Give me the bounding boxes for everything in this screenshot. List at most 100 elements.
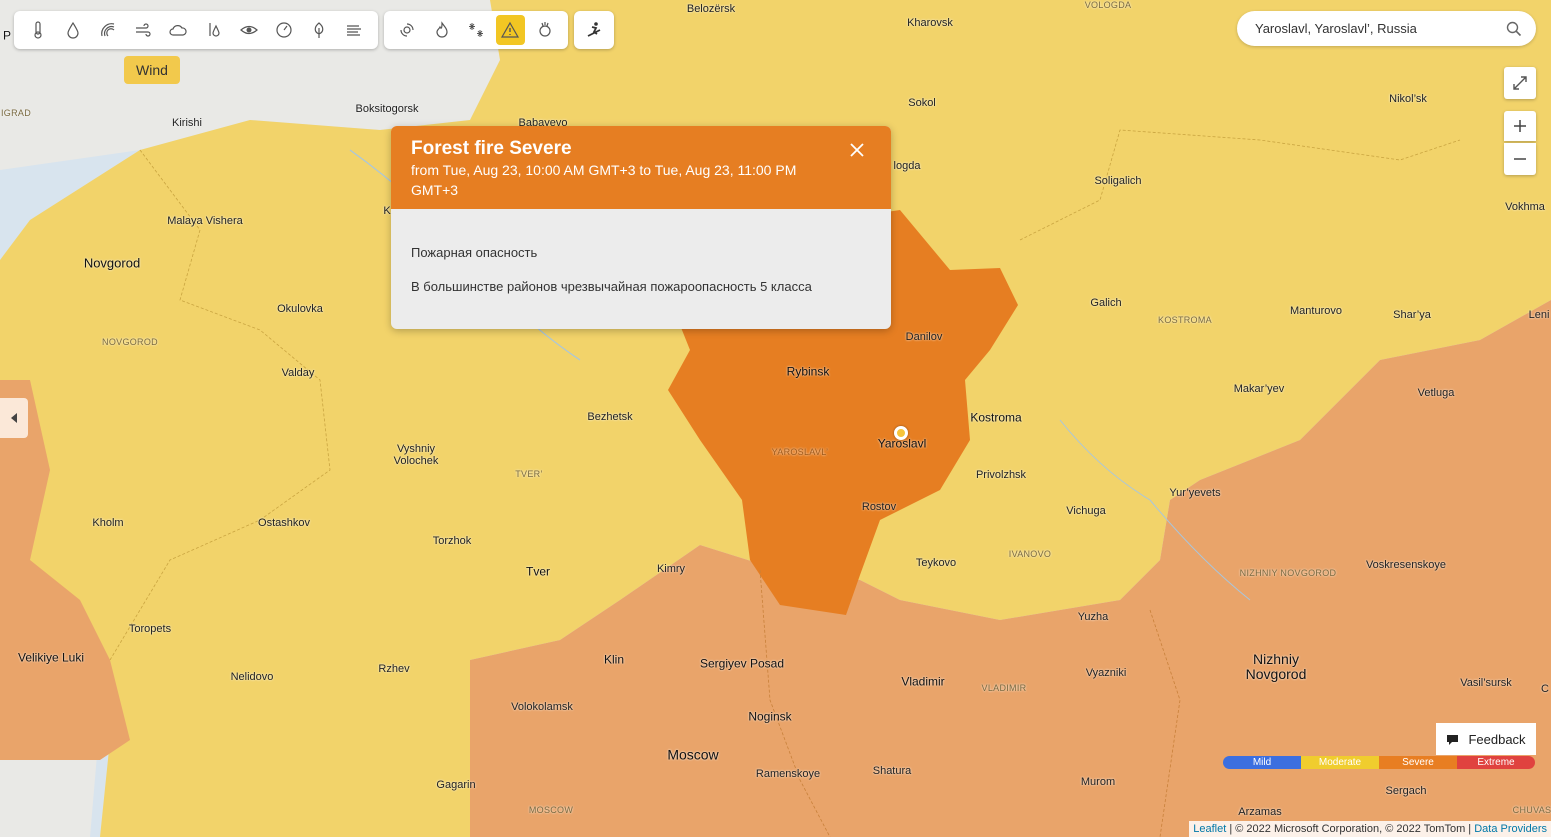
alert-time-range: from Tue, Aug 23, 10:00 AM GMT+3 to Tue,…: [411, 162, 797, 198]
region-label: VLADIMIR: [981, 683, 1027, 693]
place-label: Soligalich: [1094, 175, 1142, 187]
place-label: Vetluga: [1417, 387, 1455, 399]
region-label: YAROSLAVL’: [771, 447, 829, 457]
search-input[interactable]: [1253, 20, 1506, 37]
alert-popup-header: Forest fire Severe from Tue, Aug 23, 10:…: [391, 126, 891, 209]
place-label: Makar’yev: [1233, 383, 1285, 395]
snowflakes-icon[interactable]: [462, 15, 490, 45]
place-label: Kharovsk: [907, 17, 953, 29]
side-panel-toggle[interactable]: [0, 398, 28, 438]
place-label: Voskresenskoye: [1365, 559, 1447, 571]
place-label: Kostroma: [970, 410, 1022, 425]
place-label: Kirishi: [172, 117, 202, 129]
place-label: Danilov: [905, 331, 943, 343]
location-pin-icon[interactable]: [894, 426, 908, 440]
close-icon[interactable]: [847, 140, 867, 160]
place-label: Klin: [603, 652, 625, 667]
plus-icon: [1514, 120, 1526, 132]
region-label: IGRAD: [0, 108, 32, 118]
place-label: Vichuga: [1066, 505, 1106, 517]
region-label: NOVGOROD: [102, 337, 158, 347]
alert-description: Пожарная опасность В большинстве районов…: [391, 209, 891, 294]
region-label: VOLOGDA: [1084, 0, 1132, 10]
place-label: Nikol’sk: [1389, 93, 1427, 105]
earthquake-icon[interactable]: [531, 15, 559, 45]
air-quality-icon[interactable]: [340, 15, 369, 45]
zoom-in-button[interactable]: [1504, 111, 1536, 141]
place-label: Ramenskoye: [755, 768, 821, 780]
place-label: Rybinsk: [786, 364, 830, 379]
search-icon[interactable]: [1506, 21, 1522, 37]
pollen-leaf-icon[interactable]: [305, 15, 334, 45]
feedback-button[interactable]: Feedback: [1436, 723, 1536, 755]
place-label: Murom: [1080, 776, 1116, 788]
place-label: P: [2, 28, 12, 43]
humidity-icon[interactable]: [199, 15, 228, 45]
place-label: Nelidovo: [230, 671, 274, 683]
severity-legend: Mild Moderate Severe Extreme: [1223, 756, 1535, 769]
wind-tooltip: Wind: [124, 56, 180, 84]
expand-icon: [1513, 76, 1527, 90]
place-label: Galich: [1090, 297, 1122, 309]
minus-icon: [1514, 158, 1526, 160]
location-search[interactable]: [1237, 11, 1536, 46]
place-label: Yuzha: [1077, 611, 1109, 623]
legend-moderate: Moderate: [1301, 756, 1379, 769]
place-label: Volokolamsk: [511, 701, 573, 713]
skier-icon[interactable]: [579, 15, 609, 45]
place-label: Vokhma: [1505, 201, 1545, 213]
place-label: Shar’ya: [1393, 309, 1431, 321]
place-label: Bezhetsk: [587, 411, 633, 423]
place-label: Boksitogorsk: [355, 103, 419, 115]
chevron-left-icon: [11, 413, 17, 423]
place-label: Ostashkov: [258, 517, 310, 529]
wind-icon[interactable]: [129, 15, 158, 45]
place-label: Sokol: [908, 97, 936, 109]
alert-headline: Пожарная опасность: [411, 245, 538, 260]
place-label: Moscow: [667, 746, 719, 763]
eye-icon[interactable]: [234, 15, 263, 45]
data-providers-link[interactable]: Data Providers: [1474, 823, 1547, 835]
place-label: Valday: [281, 367, 315, 379]
hazard-layer-toolbar: [384, 11, 568, 49]
weather-layer-toolbar: [14, 11, 378, 49]
place-label: Sergach: [1385, 785, 1427, 797]
place-label: Teykovo: [915, 557, 957, 569]
legend-severe: Severe: [1379, 756, 1457, 769]
feedback-icon: [1447, 735, 1459, 745]
region-label: MOSCOW: [528, 805, 574, 815]
place-label: Gagarin: [436, 779, 476, 791]
place-label: Tver: [526, 564, 550, 579]
place-label: Torzhok: [432, 535, 472, 547]
place-label: Shatura: [872, 765, 912, 777]
place-label: Yur’yevets: [1169, 487, 1221, 499]
radar-icon[interactable]: [93, 15, 122, 45]
place-label: Privolzhsk: [975, 469, 1027, 481]
attribution-text: | © 2022 Microsoft Corporation, © 2022 T…: [1226, 823, 1475, 835]
zoom-out-button[interactable]: [1504, 143, 1536, 175]
legend-extreme: Extreme: [1457, 756, 1535, 769]
droplet-icon[interactable]: [58, 15, 87, 45]
place-label: Kimry: [656, 563, 686, 575]
place-label: Vyazniki: [1085, 667, 1127, 679]
pressure-gauge-icon[interactable]: [269, 15, 298, 45]
place-label: Vasil’sursk: [1460, 677, 1512, 689]
region-label: CHUVAS: [1512, 805, 1551, 815]
fullscreen-button[interactable]: [1504, 67, 1536, 99]
alert-title: Forest fire Severe: [411, 138, 572, 159]
place-label: Belozërsk: [686, 3, 736, 15]
region-label: TVER’: [515, 469, 543, 479]
region-label: KOSTROMA: [1158, 315, 1212, 325]
hurricane-icon[interactable]: [393, 15, 421, 45]
warning-icon[interactable]: [496, 15, 525, 45]
feedback-label: Feedback: [1468, 731, 1526, 747]
place-label: Rostov: [861, 501, 897, 513]
leaflet-link[interactable]: Leaflet: [1193, 823, 1226, 835]
thermometer-icon[interactable]: [23, 15, 52, 45]
fire-icon[interactable]: [427, 15, 455, 45]
place-label: Okulovka: [277, 303, 323, 315]
place-label: K: [383, 205, 391, 217]
place-label: Rzhev: [378, 663, 410, 675]
ski-toolbar: [574, 11, 614, 49]
cloud-icon[interactable]: [164, 15, 193, 45]
